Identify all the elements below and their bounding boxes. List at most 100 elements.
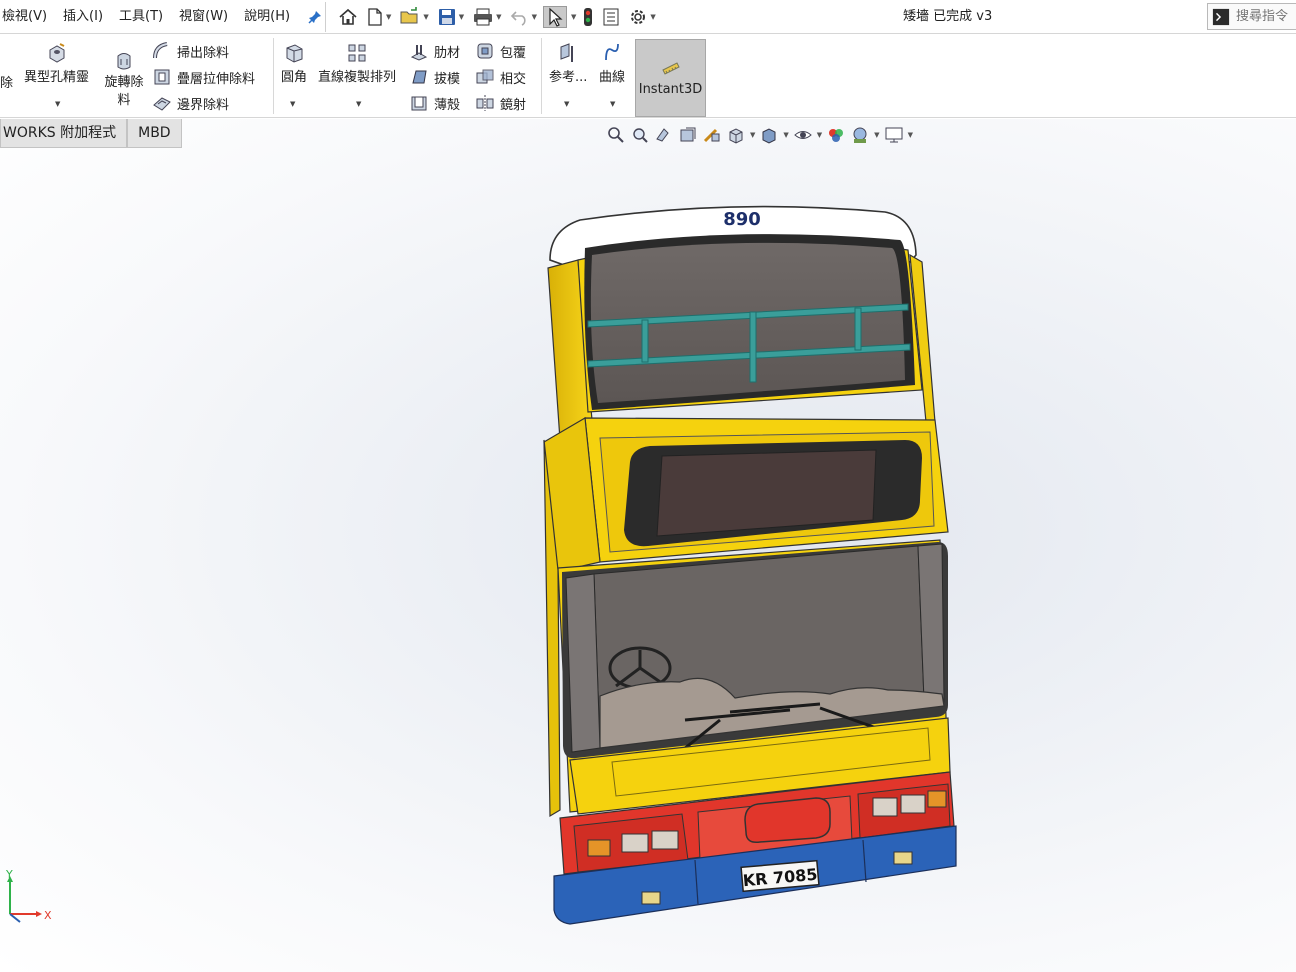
heads-up-view-toolbar: ▼ ▼ ▼ ▼ ▼	[606, 124, 913, 146]
fillet-icon	[286, 44, 303, 63]
rib-button[interactable]: 肋材	[409, 41, 460, 61]
intersect-icon	[476, 69, 494, 84]
dynamic-annotation-icon[interactable]	[702, 125, 722, 145]
open-folder-icon	[400, 7, 418, 24]
linear-pattern-button[interactable]: 直線複製排列	[318, 42, 396, 85]
bus-model[interactable]: 890 KR 7085	[530, 200, 970, 940]
mirror-label: 鏡射	[500, 97, 527, 113]
zoom-to-area-icon[interactable]	[630, 125, 650, 145]
shell-button[interactable]: 薄殼	[409, 93, 460, 113]
tab-mbd[interactable]: MBD	[127, 119, 182, 148]
chevron-down-icon[interactable]: ▼	[750, 131, 755, 139]
boundary-cut-button[interactable]: 邊界除料	[152, 93, 229, 113]
curves-icon	[605, 43, 619, 61]
chevron-down-icon[interactable]: ▼	[783, 131, 788, 139]
cut-label: 除	[0, 76, 14, 91]
lofted-cut-button[interactable]: 疊層拉伸除料	[152, 67, 255, 87]
undo-icon	[510, 11, 526, 26]
home-button[interactable]	[336, 6, 360, 28]
chevron-down-icon: ▼	[458, 13, 465, 21]
view-orientation-icon[interactable]	[726, 125, 746, 145]
intersect-button[interactable]: 相交	[475, 67, 526, 87]
swept-cut-icon	[153, 42, 168, 59]
tab-addins[interactable]: WORKS 附加程式	[0, 119, 128, 148]
pin-icon[interactable]	[308, 10, 322, 24]
ribbon-separator	[541, 38, 542, 114]
home-icon	[339, 8, 357, 25]
chevron-down-icon[interactable]: ▼	[564, 100, 569, 108]
edit-appearance-icon[interactable]	[826, 125, 846, 145]
boundary-cut-label: 邊界除料	[177, 97, 230, 113]
reverse-light-left-1	[621, 833, 649, 853]
wrap-icon	[477, 43, 493, 59]
command-prompt-icon	[1212, 8, 1230, 25]
shell-icon	[411, 96, 427, 111]
menu-help[interactable]: 說明(H)	[236, 0, 298, 34]
curves-button[interactable]: 曲線	[599, 42, 625, 85]
section-view-icon[interactable]	[678, 125, 698, 145]
command-manager-ribbon: 除 異型孔精靈 ▼ 旋轉除料 掃出除料 疊層拉伸除料 邊界除料 圓角 ▼ 直線複…	[0, 34, 1296, 118]
undo-button[interactable]: ▼	[508, 6, 539, 28]
menu-view[interactable]: 檢視(V)	[0, 0, 55, 34]
save-button[interactable]: ▼	[435, 6, 466, 28]
chevron-down-icon: ▼	[650, 13, 656, 21]
linear-pattern-label: 直線複製排列	[318, 70, 397, 85]
wrap-button[interactable]: 包覆	[475, 41, 526, 61]
mirror-button[interactable]: 鏡射	[475, 93, 526, 113]
zoom-to-fit-icon[interactable]	[606, 125, 626, 145]
reference-geometry-button[interactable]: 参考...	[549, 42, 587, 85]
revolve-cut-button[interactable]: 旋轉除料	[104, 50, 144, 110]
instant3d-label: Instant3D	[638, 81, 703, 97]
draft-button[interactable]: 拔模	[409, 67, 460, 87]
reverse-light-right-2	[900, 794, 926, 814]
menu-bar: 檢視(V) 插入(I) 工具(T) 視窗(W) 說明(H)	[0, 0, 322, 34]
route-number: 890	[723, 209, 761, 230]
toolbar-separator	[325, 2, 326, 32]
cut-button-partial[interactable]: 除	[0, 72, 13, 91]
chevron-down-icon[interactable]: ▼	[610, 100, 615, 108]
view-settings-icon[interactable]	[884, 125, 904, 145]
lofted-cut-label: 疊層拉伸除料	[177, 71, 256, 87]
search-box[interactable]	[1207, 3, 1296, 30]
reverse-light-right-1	[872, 797, 898, 817]
search-input[interactable]	[1236, 9, 1296, 24]
chevron-down-icon[interactable]: ▼	[817, 131, 822, 139]
hide-show-items-icon[interactable]	[793, 125, 813, 145]
menu-insert[interactable]: 插入(I)	[55, 0, 111, 34]
chevron-down-icon[interactable]: ▼	[908, 131, 913, 139]
apply-scene-icon[interactable]	[850, 125, 870, 145]
triad-x-label: X	[44, 909, 52, 922]
revolve-cut-icon	[117, 53, 131, 70]
rebuild-button[interactable]	[580, 6, 596, 28]
chevron-down-icon: ▼	[531, 13, 537, 21]
instant3d-button[interactable]: Instant3D	[635, 39, 706, 117]
file-properties-button[interactable]	[600, 6, 622, 28]
fillet-button[interactable]: 圓角	[281, 42, 307, 85]
linear-pattern-icon	[348, 44, 366, 62]
print-button[interactable]: ▼	[470, 6, 503, 28]
chevron-down-icon[interactable]: ▼	[356, 100, 361, 108]
chevron-down-icon: ▼	[423, 13, 429, 21]
open-button[interactable]: ▼	[397, 6, 430, 28]
select-button[interactable]	[542, 6, 567, 28]
chevron-down-icon[interactable]: ▼	[571, 13, 576, 21]
draft-icon	[412, 70, 427, 84]
chevron-down-icon[interactable]: ▼	[55, 100, 60, 108]
indicator-left	[587, 839, 611, 857]
chevron-down-icon[interactable]: ▼	[290, 100, 295, 108]
hole-wizard-button[interactable]: 異型孔精靈	[24, 42, 89, 85]
previous-view-icon[interactable]	[654, 125, 674, 145]
menu-tools[interactable]: 工具(T)	[111, 0, 171, 34]
new-document-button[interactable]: ▼	[364, 6, 393, 28]
options-button[interactable]: ▼	[626, 6, 657, 28]
cursor-arrow-icon	[549, 7, 563, 27]
rear-handle[interactable]	[744, 797, 831, 844]
save-icon	[438, 9, 455, 25]
rib-label: 肋材	[434, 45, 461, 61]
swept-cut-button[interactable]: 掃出除料	[152, 41, 229, 61]
menu-window[interactable]: 視窗(W)	[171, 0, 236, 34]
display-style-icon[interactable]	[759, 125, 779, 145]
wrap-label: 包覆	[500, 45, 527, 61]
fillet-label: 圓角	[281, 70, 308, 85]
chevron-down-icon[interactable]: ▼	[874, 131, 879, 139]
